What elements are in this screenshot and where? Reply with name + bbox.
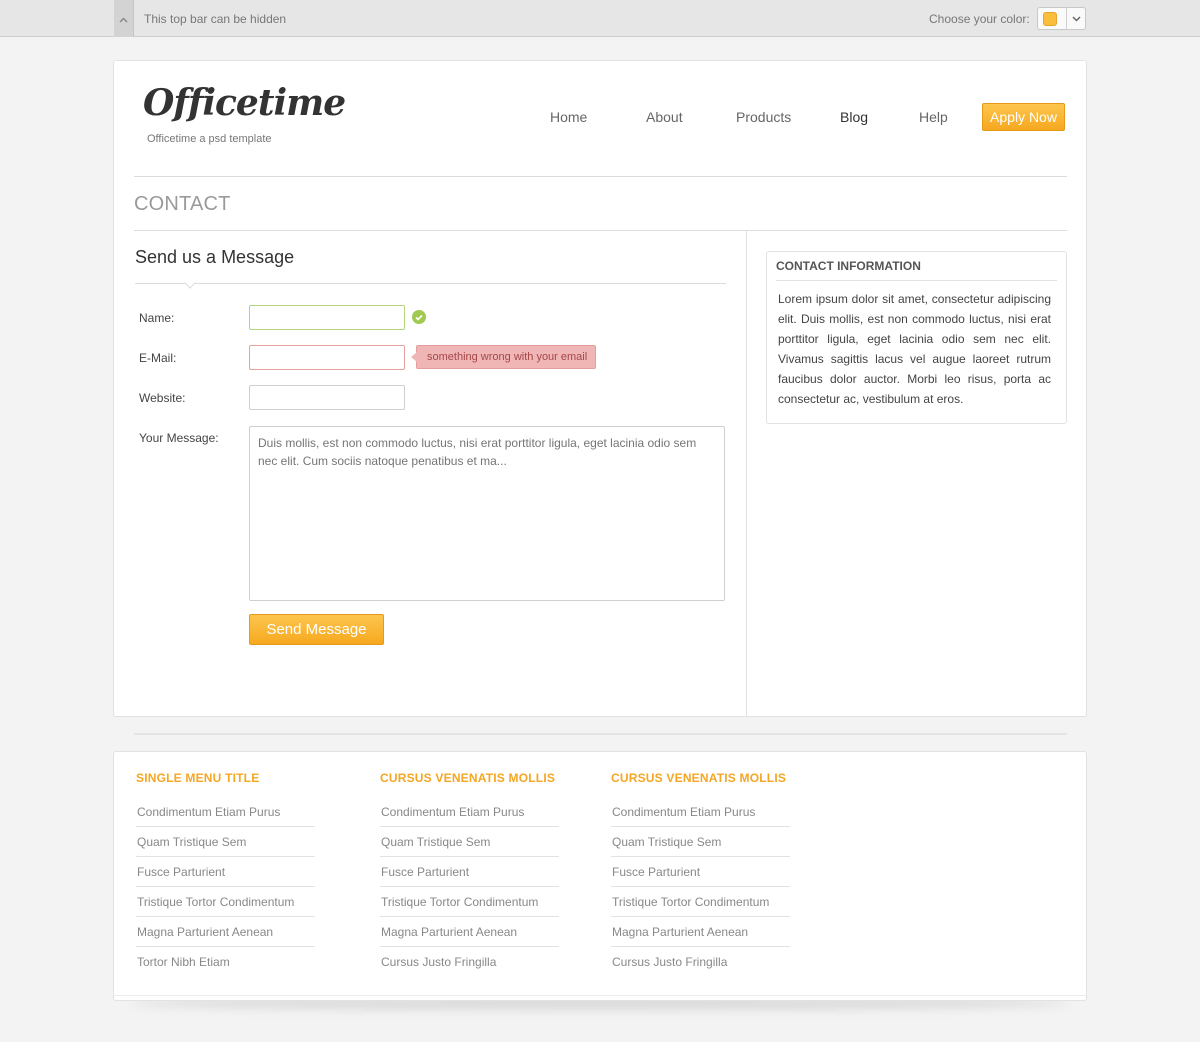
footer-link[interactable]: Cursus Justo Fringilla — [380, 947, 559, 977]
chevron-down-icon — [1072, 15, 1081, 22]
top-bar: This top bar can be hidden Choose your c… — [0, 0, 1200, 37]
email-field[interactable] — [249, 345, 405, 370]
title-divider — [134, 230, 1067, 231]
contact-info-title: CONTACT INFORMATION — [776, 259, 921, 273]
footer-link[interactable]: Tristique Tortor Condimentum — [380, 887, 559, 917]
chevron-up-icon — [119, 10, 128, 28]
nav-about[interactable]: About — [646, 109, 683, 125]
apply-now-button[interactable]: Apply Now — [982, 103, 1065, 131]
footer-link[interactable]: Magna Parturient Aenean — [136, 917, 315, 947]
website-field[interactable] — [249, 385, 405, 410]
footer-link[interactable]: Fusce Parturient — [136, 857, 315, 887]
check-icon — [412, 310, 426, 324]
footer-link[interactable]: Quam Tristique Sem — [611, 827, 790, 857]
footer-link[interactable]: Condimentum Etiam Purus — [136, 797, 315, 827]
color-picker-select[interactable] — [1037, 7, 1086, 30]
footer-column-2: CURSUS VENENATIS MOLLIS Condimentum Etia… — [380, 771, 560, 977]
footer-link[interactable]: Cursus Justo Fringilla — [611, 947, 790, 977]
footer-column-3: CURSUS VENENATIS MOLLIS Condimentum Etia… — [611, 771, 791, 977]
contact-info-rule — [776, 280, 1057, 281]
footer-bottom-line — [114, 995, 1086, 996]
website-label: Website: — [139, 391, 186, 405]
form-heading: Send us a Message — [135, 247, 295, 267]
footer-link[interactable]: Condimentum Etiam Purus — [611, 797, 790, 827]
nav-home[interactable]: Home — [550, 109, 587, 125]
topbar-hide-text: This top bar can be hidden — [144, 12, 287, 26]
footer-column-1: SINGLE MENU TITLE Condimentum Etiam Puru… — [136, 771, 316, 977]
footer-link[interactable]: Quam Tristique Sem — [380, 827, 559, 857]
footer-link[interactable]: Condimentum Etiam Purus — [380, 797, 559, 827]
footer-link[interactable]: Fusce Parturient — [380, 857, 559, 887]
site-tagline: Officetime a psd template — [147, 133, 272, 145]
email-error-tooltip: something wrong with your email — [411, 345, 596, 369]
footer-separator — [134, 733, 1067, 735]
color-swatch — [1043, 11, 1057, 26]
name-label: Name: — [139, 311, 175, 325]
footer-link[interactable]: Tristique Tortor Condimentum — [136, 887, 315, 917]
page-title: CONTACT — [134, 193, 231, 215]
footer-column-title: CURSUS VENENATIS MOLLIS — [611, 771, 787, 785]
footer-link[interactable]: Quam Tristique Sem — [136, 827, 315, 857]
header-divider — [134, 176, 1067, 177]
contact-info-box: CONTACT INFORMATION Lorem ipsum dolor si… — [766, 251, 1067, 424]
footer-link[interactable]: Magna Parturient Aenean — [611, 917, 790, 947]
nav-help[interactable]: Help — [919, 109, 948, 125]
contact-info-text: Lorem ipsum dolor sit amet, consectetur … — [778, 292, 1051, 406]
footer-link[interactable]: Tristique Tortor Condimentum — [611, 887, 790, 917]
footer-link[interactable]: Magna Parturient Aenean — [380, 917, 559, 947]
name-field[interactable] — [249, 305, 405, 330]
color-select-divider — [1066, 7, 1067, 30]
footer-link[interactable]: Tortor Nibh Etiam — [136, 947, 315, 977]
message-label: Your Message: — [139, 431, 219, 445]
footer-column-title: SINGLE MENU TITLE — [136, 771, 260, 785]
email-label: E-Mail: — [139, 351, 177, 365]
form-heading-rule — [135, 283, 726, 284]
footer-column-title: CURSUS VENENATIS MOLLIS — [380, 771, 556, 785]
site-logo[interactable]: Officetime — [143, 82, 346, 124]
column-divider — [746, 231, 747, 716]
nav-blog[interactable]: Blog — [840, 109, 868, 125]
send-message-button[interactable]: Send Message — [249, 614, 384, 645]
nav-products[interactable]: Products — [736, 109, 791, 125]
message-textarea[interactable] — [249, 426, 725, 601]
hide-topbar-button[interactable] — [114, 0, 134, 37]
color-picker-label: Choose your color: — [929, 12, 1030, 26]
footer-link[interactable]: Fusce Parturient — [611, 857, 790, 887]
